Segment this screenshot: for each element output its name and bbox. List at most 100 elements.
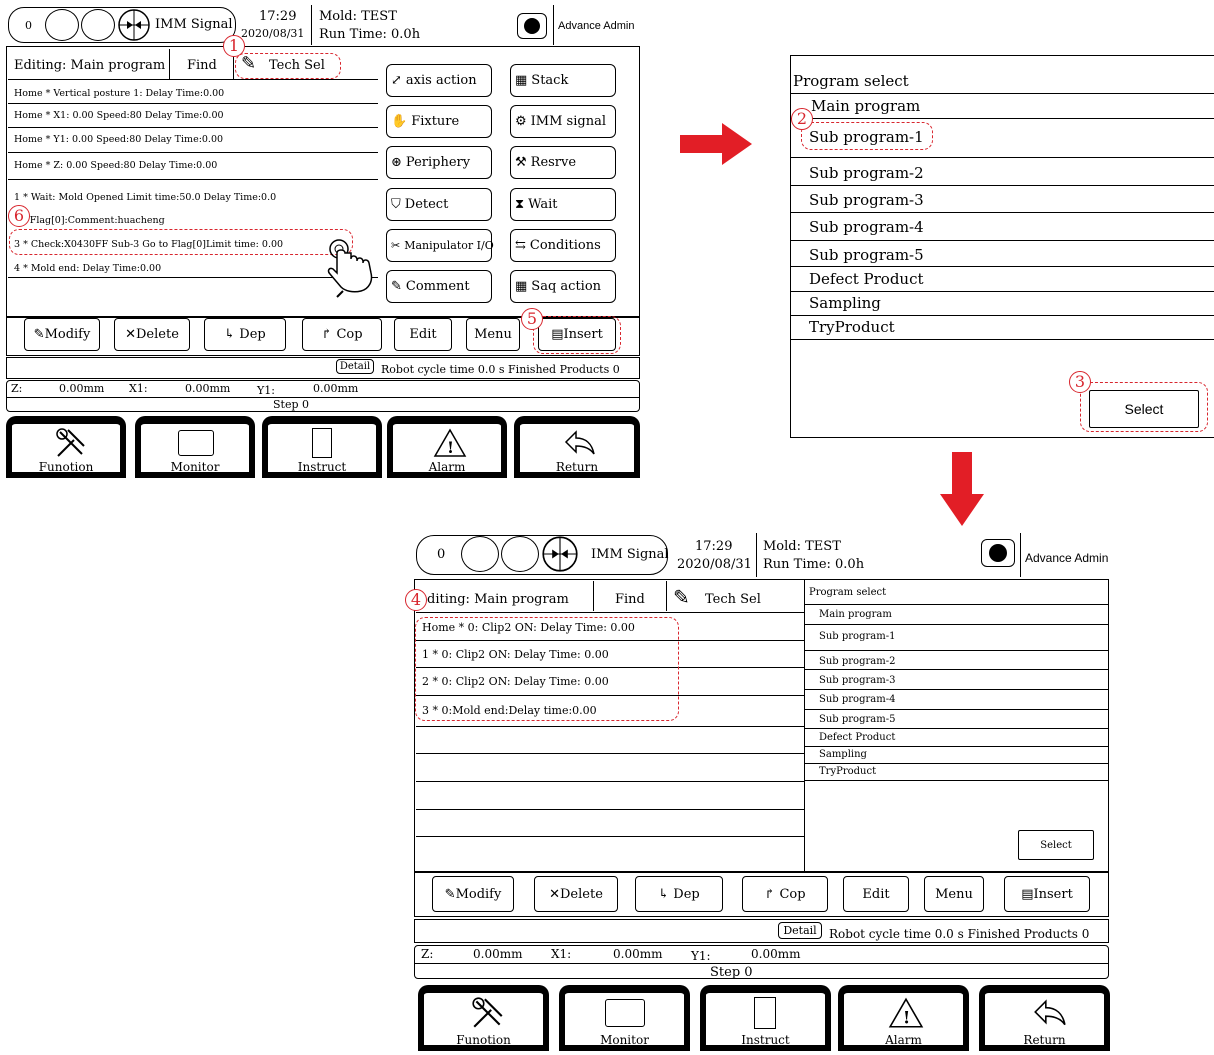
nav-instruct[interactable]: Instruct bbox=[262, 416, 382, 478]
insert-button[interactable]: ▤ Insert bbox=[1004, 876, 1090, 912]
modify-button[interactable]: ✎ Modify bbox=[24, 318, 100, 351]
fixture-button[interactable]: ✋ Fixture bbox=[386, 105, 492, 138]
nav-alarm[interactable]: ! Alarm bbox=[387, 416, 507, 478]
btn-label: Wait bbox=[528, 197, 558, 212]
saq-action-button[interactable]: ▦ Saq action bbox=[510, 270, 616, 303]
tab-tech-sel[interactable]: Tech Sel bbox=[705, 592, 761, 607]
dep-icon: ↳ bbox=[658, 886, 674, 902]
ps-label: Sampling bbox=[809, 294, 881, 312]
resrve-button[interactable]: ⚒ Resrve bbox=[510, 146, 616, 179]
cabinet-icon bbox=[754, 997, 776, 1029]
nav-monitor[interactable]: Monitor bbox=[135, 416, 255, 478]
ps-item-sub2[interactable]: Sub program-2 bbox=[791, 158, 1214, 184]
user-divider bbox=[1020, 533, 1021, 577]
dep-button[interactable]: ↳ Dep bbox=[204, 318, 286, 351]
side-ps-item[interactable]: Sub program-3 bbox=[819, 675, 895, 686]
side-ps-item[interactable]: Main program bbox=[819, 609, 892, 620]
side-ps-item[interactable]: Sub program-4 bbox=[819, 694, 895, 705]
stack-button[interactable]: ▦ Stack bbox=[510, 64, 616, 97]
manipulator-io-button[interactable]: ✂ Manipulator I/O bbox=[386, 229, 494, 262]
menu-button[interactable]: Menu bbox=[924, 876, 984, 912]
tab-divider-1 bbox=[593, 581, 594, 611]
side-ps-item[interactable]: Defect Product bbox=[819, 732, 895, 743]
modify-button[interactable]: ✎ Modify bbox=[432, 876, 514, 912]
highlight-tech-sel bbox=[235, 53, 341, 79]
delete-button[interactable]: ✕ Delete bbox=[114, 318, 190, 351]
select-button[interactable]: Select bbox=[1018, 830, 1094, 860]
detail-button[interactable]: Detail bbox=[336, 359, 374, 374]
side-ps-item[interactable]: Sub program-2 bbox=[819, 656, 895, 667]
nav-return[interactable]: Return bbox=[979, 985, 1110, 1051]
detect-button[interactable]: ⛉ Detect bbox=[386, 188, 492, 221]
periphery-button[interactable]: ⊛ Periphery bbox=[386, 146, 492, 179]
cop-button[interactable]: ↱ Cop bbox=[302, 318, 382, 351]
nav-return[interactable]: Return bbox=[514, 416, 640, 478]
ps-label: Sub program-4 bbox=[809, 218, 924, 236]
nav-funotion[interactable]: Funotion bbox=[418, 985, 549, 1051]
ps-item-defect[interactable]: Defect Product bbox=[791, 267, 1214, 291]
ps-item-main[interactable]: Main program bbox=[791, 94, 1214, 118]
btn-label: Menu bbox=[474, 327, 512, 342]
screen-editor-a: 0 IMM Signal 17:29 2020/08/31 Mold: TEST… bbox=[5, 5, 642, 480]
comment-button[interactable]: ✎ Comment bbox=[386, 270, 492, 303]
ps-item-sub4[interactable]: Sub program-4 bbox=[791, 213, 1214, 240]
ps-item-sampling[interactable]: Sampling bbox=[791, 292, 1214, 315]
tools-icon: ✂ bbox=[391, 239, 401, 252]
axis-z-value: 0.00mm bbox=[59, 382, 105, 395]
row-sep bbox=[8, 127, 378, 128]
status-time: 17:29 bbox=[695, 539, 733, 554]
edit-button[interactable]: Edit bbox=[843, 876, 909, 912]
tab-editing[interactable]: Editing: Main program bbox=[14, 58, 165, 73]
axis-x1-label: X1: bbox=[551, 947, 572, 961]
conditions-button[interactable]: ⇆ Conditions bbox=[510, 229, 616, 262]
nav-instruct[interactable]: Instruct bbox=[700, 985, 831, 1051]
edit-button[interactable]: Edit bbox=[394, 318, 452, 351]
menu-button[interactable]: Menu bbox=[466, 318, 520, 351]
wait-button[interactable]: ⧗ Wait bbox=[510, 188, 616, 221]
nav-label: Funotion bbox=[456, 1033, 511, 1047]
side-ps-item[interactable]: Sub program-1 bbox=[819, 631, 895, 642]
modify-icon: ✎ bbox=[33, 327, 45, 342]
hourglass-icon: ⧗ bbox=[515, 197, 525, 212]
program-select-screen: Program select Main program Sub program-… bbox=[790, 55, 1214, 438]
row-sep bbox=[416, 753, 804, 754]
row-sep bbox=[8, 103, 378, 104]
imm-signal-button[interactable]: ⚙ IMM signal bbox=[510, 105, 616, 138]
btn-label: IMM signal bbox=[530, 114, 606, 129]
return-icon bbox=[1034, 999, 1066, 1026]
status-user: Advance Admin bbox=[1025, 551, 1109, 565]
highlight-sub1 bbox=[801, 122, 933, 150]
nav-alarm[interactable]: ! Alarm bbox=[838, 985, 969, 1051]
ps-item-tryproduct[interactable]: TryProduct bbox=[791, 316, 1214, 338]
highlight-insert bbox=[533, 316, 621, 354]
tab-find[interactable]: Find bbox=[615, 592, 645, 607]
imm-signal-label: IMM Signal bbox=[155, 17, 233, 32]
nav-monitor[interactable]: Monitor bbox=[559, 985, 690, 1051]
tab-editing[interactable]: diting: Main program bbox=[427, 592, 569, 607]
monitor-icon bbox=[605, 999, 645, 1027]
dep-icon: ↳ bbox=[224, 327, 240, 342]
tab-find[interactable]: Find bbox=[187, 58, 217, 73]
nav-funotion[interactable]: Funotion bbox=[6, 416, 126, 478]
detail-button[interactable]: Detail bbox=[778, 922, 822, 939]
robot-arm-icon: ⚒ bbox=[515, 155, 527, 170]
nav-label: Monitor bbox=[170, 460, 220, 474]
delete-button[interactable]: ✕ Delete bbox=[534, 876, 618, 912]
row-sep bbox=[416, 781, 804, 782]
side-ps-item[interactable]: TryProduct bbox=[819, 766, 876, 777]
imm-signal-label: IMM Signal bbox=[591, 547, 669, 562]
line-text: 4 * Mold end: Delay Time:0.00 bbox=[14, 263, 162, 274]
dep-button[interactable]: ↳ Dep bbox=[635, 876, 723, 912]
btn-label: Resrve bbox=[530, 155, 577, 170]
btn-label: Dep bbox=[673, 886, 700, 902]
side-ps-item[interactable]: Sub program-5 bbox=[819, 714, 895, 725]
cop-button[interactable]: ↱ Cop bbox=[742, 876, 828, 912]
ps-item-sub3[interactable]: Sub program-3 bbox=[791, 186, 1214, 212]
ps-item-sub5[interactable]: Sub program-5 bbox=[791, 241, 1214, 266]
axis-action-button[interactable]: ⤢ axis action bbox=[386, 64, 492, 97]
axes-sep bbox=[414, 963, 1109, 964]
status-run-time: Run Time: 0.0h bbox=[319, 27, 421, 42]
side-ps-item[interactable]: Sampling bbox=[819, 749, 867, 760]
status-light-1 bbox=[45, 9, 79, 41]
status-counter: 0 bbox=[437, 547, 446, 562]
